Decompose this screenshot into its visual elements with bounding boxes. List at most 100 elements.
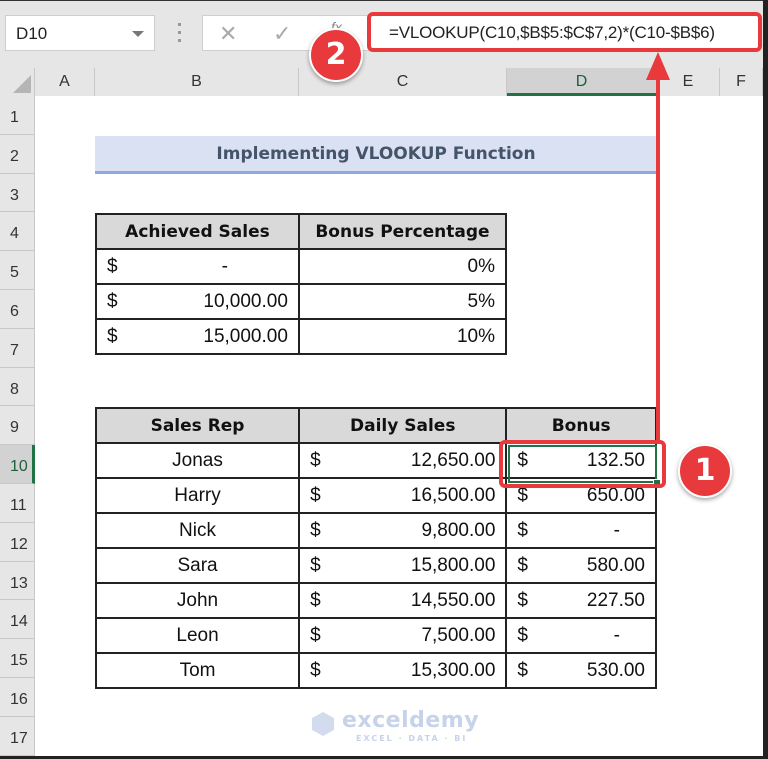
currency-symbol: $	[517, 659, 528, 681]
cell-daily-sales[interactable]: $9,800.00	[298, 512, 508, 549]
enter-check-icon[interactable]: ✓	[273, 21, 291, 47]
header-sales-rep[interactable]: Sales Rep	[94, 407, 301, 444]
lookup-table: Achieved Sales Bonus Percentage $ - 0% $1…	[95, 213, 508, 355]
cell-sales-rep[interactable]: Tom	[94, 652, 301, 689]
sales-value: 15,000.00	[203, 325, 288, 347]
row-header-3[interactable]: 3	[0, 173, 35, 213]
row-header-8[interactable]: 8	[0, 367, 35, 407]
currency-symbol: $	[310, 554, 321, 576]
chevron-down-icon[interactable]	[132, 31, 144, 37]
name-box[interactable]: D10	[5, 15, 155, 51]
row-header-13[interactable]: 13	[0, 561, 35, 601]
cell-sales-rep[interactable]: Leon	[94, 617, 301, 654]
cell-achieved-sales[interactable]: $ -	[95, 248, 300, 285]
bonus-value: 227.50	[586, 589, 645, 611]
currency-symbol: $	[310, 624, 321, 646]
grip-handle-icon[interactable]	[178, 23, 181, 45]
cell-achieved-sales[interactable]: $15,000.00	[95, 318, 300, 355]
currency-symbol: $	[310, 659, 321, 681]
cell-daily-sales[interactable]: $7,500.00	[298, 617, 508, 654]
watermark-tagline: EXCEL · DATA · BI	[356, 734, 468, 743]
sales-value: 14,550.00	[410, 589, 496, 611]
cell-sales-rep[interactable]: John	[94, 582, 301, 619]
header-daily-sales[interactable]: Daily Sales	[298, 407, 508, 444]
currency-symbol: $	[517, 624, 528, 646]
callout-highlight-d10	[499, 440, 666, 488]
row-header-9[interactable]: 9	[0, 406, 35, 446]
sheet-title: Implementing VLOOKUP Function	[95, 136, 657, 174]
row-header-15[interactable]: 15	[0, 639, 35, 678]
name-box-value: D10	[16, 24, 48, 43]
table-row: $15,000.00 10%	[95, 318, 508, 355]
table-row: John $14,550.00 $227.50	[94, 582, 657, 619]
cell-bonus-percentage[interactable]: 5%	[297, 283, 508, 320]
column-header-d[interactable]: D	[507, 68, 657, 96]
sales-value: -	[221, 255, 228, 277]
sales-value: 7,500.00	[421, 624, 496, 646]
row-header-6[interactable]: 6	[0, 290, 35, 329]
row-header-12[interactable]: 12	[0, 522, 35, 562]
cell-bonus-percentage[interactable]: 10%	[297, 318, 508, 355]
column-header-b[interactable]: B	[95, 68, 299, 96]
sales-value: 10,000.00	[203, 290, 288, 312]
bonus-value: 530.00	[586, 659, 645, 681]
cell-sales-rep[interactable]: Jonas	[94, 442, 301, 479]
frame-border-right	[763, 0, 768, 759]
cell-sales-rep[interactable]: Sara	[94, 547, 301, 584]
header-bonus-percentage[interactable]: Bonus Percentage	[297, 213, 508, 250]
row-header-10[interactable]: 10	[0, 445, 35, 484]
header-bonus[interactable]: Bonus	[505, 407, 657, 444]
column-header-f[interactable]: F	[720, 68, 763, 96]
watermark-name: exceldemy	[342, 708, 480, 733]
cancel-icon[interactable]: ✕	[219, 21, 237, 47]
table-row: $10,000.00 5%	[95, 283, 508, 320]
cell-bonus-percentage[interactable]: 0%	[297, 248, 508, 285]
currency-symbol: $	[107, 325, 118, 347]
step-badge-2: 2	[309, 28, 363, 82]
step-badge-1: 1	[678, 444, 732, 498]
sales-value: 15,800.00	[410, 554, 496, 576]
formula-input[interactable]: =VLOOKUP(C10,$B$5:$C$7,2)*(C10-$B$6)	[367, 12, 762, 52]
header-achieved-sales[interactable]: Achieved Sales	[95, 213, 300, 250]
select-all-button[interactable]	[0, 68, 35, 96]
row-header-11[interactable]: 11	[0, 484, 35, 523]
row-header-17[interactable]: 17	[0, 716, 35, 756]
bonus-value: 580.00	[586, 554, 645, 576]
cell-bonus[interactable]: $530.00	[505, 652, 657, 689]
row-header-2[interactable]: 2	[0, 134, 35, 174]
row-header-7[interactable]: 7	[0, 328, 35, 368]
sales-value: 15,300.00	[410, 659, 496, 681]
cell-sales-rep[interactable]: Nick	[94, 512, 301, 549]
row-header-16[interactable]: 16	[0, 678, 35, 717]
cell-bonus[interactable]: $ -	[505, 512, 657, 549]
cell-daily-sales[interactable]: $14,550.00	[298, 582, 508, 619]
formula-text: =VLOOKUP(C10,$B$5:$C$7,2)*(C10-$B$6)	[389, 23, 715, 42]
row-header-14[interactable]: 14	[0, 600, 35, 640]
currency-symbol: $	[107, 255, 118, 277]
cell-daily-sales[interactable]: $12,650.00	[298, 442, 508, 479]
sales-value: 9,800.00	[421, 519, 496, 541]
cell-daily-sales[interactable]: $15,300.00	[298, 652, 508, 689]
cell-sales-rep[interactable]: Harry	[94, 477, 301, 514]
table-row: Nick $9,800.00 $ -	[94, 512, 657, 549]
table-row: Leon $7,500.00 $ -	[94, 617, 657, 654]
table-row: Sara $15,800.00 $580.00	[94, 547, 657, 584]
currency-symbol: $	[310, 484, 321, 506]
cell-bonus[interactable]: $227.50	[505, 582, 657, 619]
cell-achieved-sales[interactable]: $10,000.00	[95, 283, 300, 320]
currency-symbol: $	[517, 589, 528, 611]
row-header-1[interactable]: 1	[0, 96, 35, 135]
table-row: Tom $15,300.00 $530.00	[94, 652, 657, 689]
cell-bonus[interactable]: $580.00	[505, 547, 657, 584]
cell-bonus[interactable]: $ -	[505, 617, 657, 654]
sales-value: 16,500.00	[410, 484, 496, 506]
table-row: $ - 0%	[95, 248, 508, 285]
currency-symbol: $	[517, 554, 528, 576]
column-header-a[interactable]: A	[35, 68, 95, 96]
currency-symbol: $	[107, 290, 118, 312]
arrow-up-icon	[646, 52, 670, 80]
cell-daily-sales[interactable]: $15,800.00	[298, 547, 508, 584]
row-header-4[interactable]: 4	[0, 212, 35, 252]
row-header-5[interactable]: 5	[0, 251, 35, 290]
cell-daily-sales[interactable]: $16,500.00	[298, 477, 508, 514]
